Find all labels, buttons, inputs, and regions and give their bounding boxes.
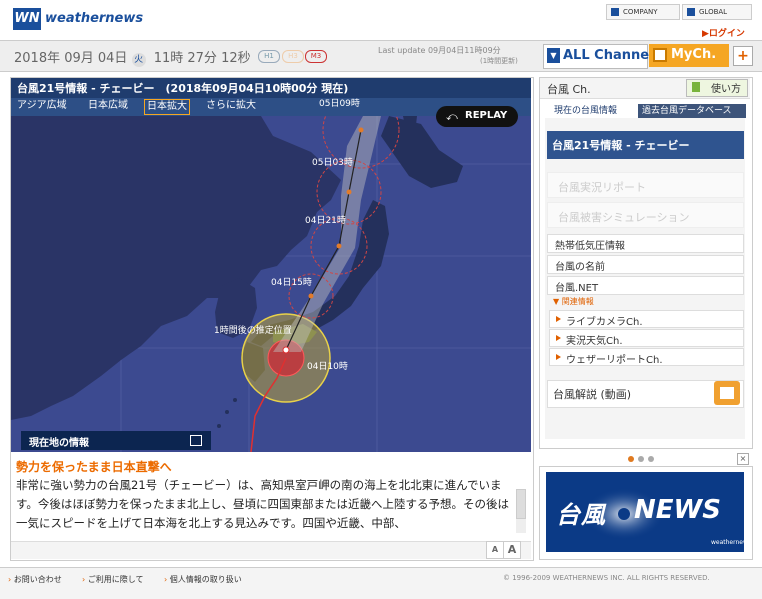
menu-item-video-label[interactable]: 台風解説 (動画) [553,386,631,402]
scrollbar-thumb[interactable] [516,489,526,519]
related-weather-report[interactable]: ウェザーリポートCh. [549,348,744,366]
expand-icon[interactable] [190,435,202,446]
globe-icon [687,8,695,16]
badge-h1[interactable]: H1 [258,50,280,63]
add-channel-button[interactable]: + [733,46,753,66]
banner-logo: weathernews [711,539,752,546]
mych-label[interactable]: MyCh. [671,47,716,62]
related-weather-report-label: ウェザーリポートCh. [566,355,663,366]
footer-link-privacy[interactable]: › 個人情報の取り扱い [164,574,242,585]
tab-japan-zoom[interactable]: 日本拡大 [144,99,190,115]
beginner-mark-icon [692,82,700,92]
tab-asia-wide[interactable]: アジア広域 [15,99,69,113]
news-body: 非常に強い勢力の台風21号（チェービー）は、高知県室戸岬の南の海上を北北東に進ん… [16,478,509,530]
last-update: Last update 09月04日11時09分 [378,46,501,55]
footer-link-terms-label: ご利用に際して [87,575,144,584]
menu-item-typhoon21-label[interactable]: 台風21号情報 - チェービー [552,137,690,153]
logo-mark[interactable]: WN [13,8,41,30]
menu-item-report-disabled: 台風実況リポート [547,172,744,198]
arrow-icon [556,316,561,322]
tab-current-typhoon[interactable]: 現在の台風情報 [550,104,622,118]
panel-title: 台風21号情報 - チェービー (2018年09月04日10時00分 現在) [17,82,349,95]
label-estimated-position: 1時間後の推定位置 [214,326,292,336]
tv-icon [653,48,667,62]
chevron-down-icon: ▼ [547,48,560,63]
replay-icon: ⤺ [446,110,458,123]
text-controls [11,541,531,559]
sidebar-title: 台風 Ch. [547,83,591,96]
menu-item-report-label: 台風実況リポート [558,181,646,194]
ad-close-button[interactable]: × [737,453,749,465]
footer-link-terms[interactable]: › ご利用に際して [82,574,144,585]
tab-zoom-more[interactable]: さらに拡大 [204,99,258,113]
time-text: 11時 27分 12秒 [153,51,251,66]
all-channel-label[interactable]: ALL Channel [563,48,654,63]
replay-label[interactable]: REPLAY [465,110,507,121]
footer-link-privacy-label: 個人情報の取り扱い [169,575,242,584]
related-weather-now[interactable]: 実況天気Ch. [549,329,744,347]
arrow-icon [556,354,561,360]
menu-item-tropical-depression[interactable]: 熱帯低気圧情報 [547,234,744,253]
badge-m3[interactable]: M3 [305,50,327,63]
label-04d15h: 04日15時 [271,278,312,288]
date-text: 2018年 09月 04日 [14,51,128,66]
menu-item-typhoon-net[interactable]: 台風.NET [547,276,744,295]
footer-link-contact-label: お問い合わせ [13,575,62,584]
related-live-camera[interactable]: ライブカメラCh. [549,310,744,328]
badge-h3[interactable]: H3 [282,50,304,63]
global-label: GLOBAL [699,8,728,16]
weekday-badge: 火 [131,53,146,67]
menu-item-simulation-label: 台風被害シミュレーション [558,211,690,224]
carousel-dot-1[interactable] [628,456,634,462]
menu-item-tropical-depression-label: 熱帯低気圧情報 [555,241,625,252]
current-date: 2018年 09月 04日 火 11時 27分 12秒 [14,47,251,67]
related-live-camera-label: ライブカメラCh. [566,317,643,328]
video-icon[interactable] [714,381,740,405]
tab-past-typhoon-db[interactable]: 過去台風データベース [638,104,746,118]
related-info-label: ▼ 関連情報 [553,297,594,306]
banner-text-typhoon: 台風 [556,501,606,529]
current-info-label[interactable]: 現在地の情報 [29,434,89,449]
related-weather-now-label: 実況天気Ch. [566,336,623,347]
company-label: COMPANY [623,8,658,16]
banner-text-news: NEWS [634,495,721,525]
company-link[interactable]: COMPANY [606,4,680,20]
news-headline: 勢力を保ったまま日本直撃へ [16,460,172,474]
arrow-icon [556,335,561,341]
carousel-dot-3[interactable] [648,456,654,462]
footer-link-contact[interactable]: › お問い合わせ [8,574,62,585]
label-04d21h: 04日21時 [305,216,346,226]
label-05d09h: 05日09時 [319,99,360,109]
copyright: © 1996-2009 WEATHERNEWS INC. ALL RIGHTS … [503,574,710,582]
update-interval: (1時間更新) [480,57,518,65]
text-smaller-button[interactable]: A [486,541,504,559]
current-position[interactable] [282,346,290,354]
label-05d03h: 05日03時 [312,158,353,168]
text-larger-button[interactable]: A [503,541,521,559]
howto-label[interactable]: 使い方 [711,80,741,95]
menu-item-typhoon-names-label: 台風の名前 [555,262,605,273]
menu-item-simulation-disabled: 台風被害シミュレーション [547,202,744,228]
menu-item-typhoon-net-label: 台風.NET [555,283,599,294]
label-04d10h: 04日10時 [307,362,348,372]
company-icon [611,8,619,16]
menu-item-typhoon-names[interactable]: 台風の名前 [547,255,744,274]
carousel-dot-2[interactable] [638,456,644,462]
global-link[interactable]: GLOBAL [682,4,752,20]
logo-text[interactable]: weathernews [45,11,143,26]
login-link[interactable]: ▶ログイン [702,26,745,39]
tab-japan-wide[interactable]: 日本広域 [86,99,130,113]
